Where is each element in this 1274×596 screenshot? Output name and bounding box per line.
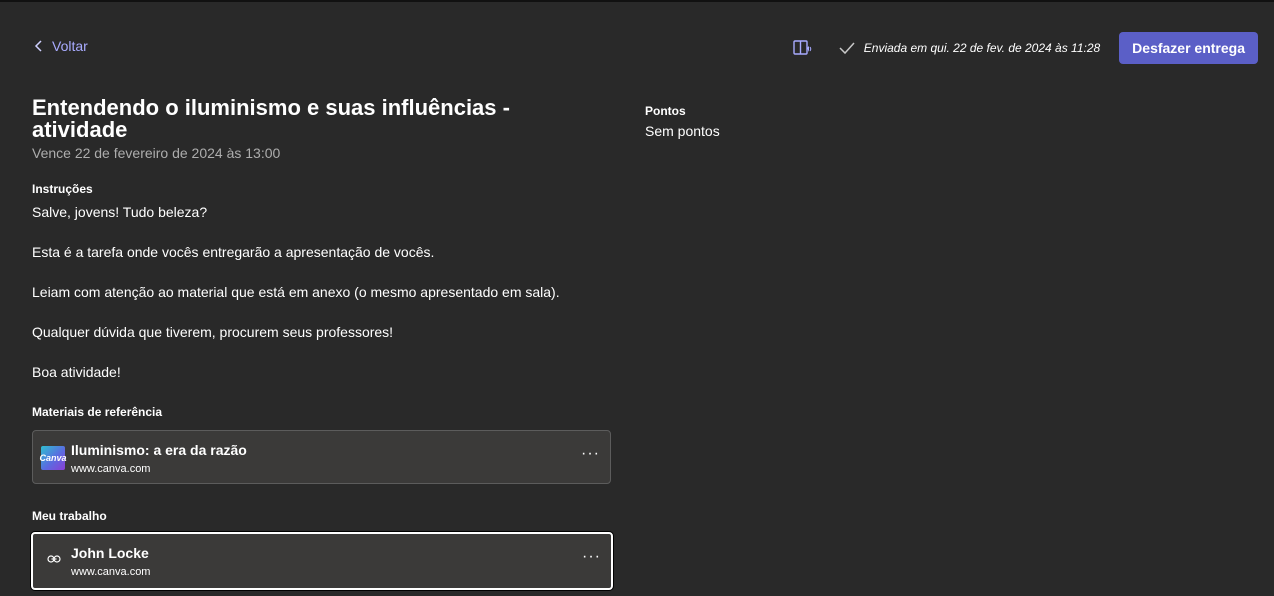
immersive-reader-icon[interactable] <box>792 38 812 58</box>
more-options-icon[interactable]: ··· <box>581 445 600 463</box>
my-work-card[interactable]: John Locke www.canva.com ··· <box>31 532 613 590</box>
back-label: Voltar <box>52 38 88 54</box>
material-title: Iluminismo: a era da razão <box>71 442 247 458</box>
instruction-paragraph: Qualquer dúvida que tiverem, procurem se… <box>32 324 394 340</box>
header-actions: Enviada em qui. 22 de fev. de 2024 às 11… <box>792 32 1258 64</box>
work-url: www.canva.com <box>71 566 151 578</box>
instruction-paragraph: Leiam com atenção ao material que está e… <box>32 284 560 300</box>
assignment-title: Entendendo o iluminismo e suas influênci… <box>32 95 510 142</box>
my-work-label: Meu trabalho <box>32 509 107 523</box>
canva-thumbnail-icon: Canva <box>40 446 67 470</box>
points-label: Pontos <box>645 104 686 118</box>
work-title: John Locke <box>71 545 149 561</box>
instruction-paragraph: Salve, jovens! Tudo beleza? <box>32 204 208 220</box>
chevron-left-icon <box>34 40 42 52</box>
reference-materials-label: Materiais de referência <box>32 405 163 419</box>
window-top-border <box>0 0 1274 2</box>
submission-status: Enviada em qui. 22 de fev. de 2024 às 11… <box>838 41 1100 55</box>
back-button[interactable]: Voltar <box>34 38 88 54</box>
checkmark-icon <box>839 42 855 55</box>
due-date: Vence 22 de fevereiro de 2024 às 13:00 <box>32 145 281 161</box>
submission-status-text: Enviada em qui. 22 de fev. de 2024 às 11… <box>863 41 1101 55</box>
instruction-paragraph: Esta é a tarefa onde vocês entregarão a … <box>32 244 435 260</box>
link-icon <box>47 555 61 563</box>
reference-material-card[interactable]: Canva Iluminismo: a era da razão www.can… <box>32 430 611 484</box>
undo-submission-button[interactable]: Desfazer entrega <box>1119 32 1258 64</box>
instruction-paragraph: Boa atividade! <box>32 364 121 380</box>
instructions-label: Instruções <box>32 182 93 196</box>
material-url: www.canva.com <box>71 463 151 475</box>
points-value: Sem pontos <box>645 123 720 139</box>
more-options-icon[interactable]: ··· <box>582 548 601 566</box>
